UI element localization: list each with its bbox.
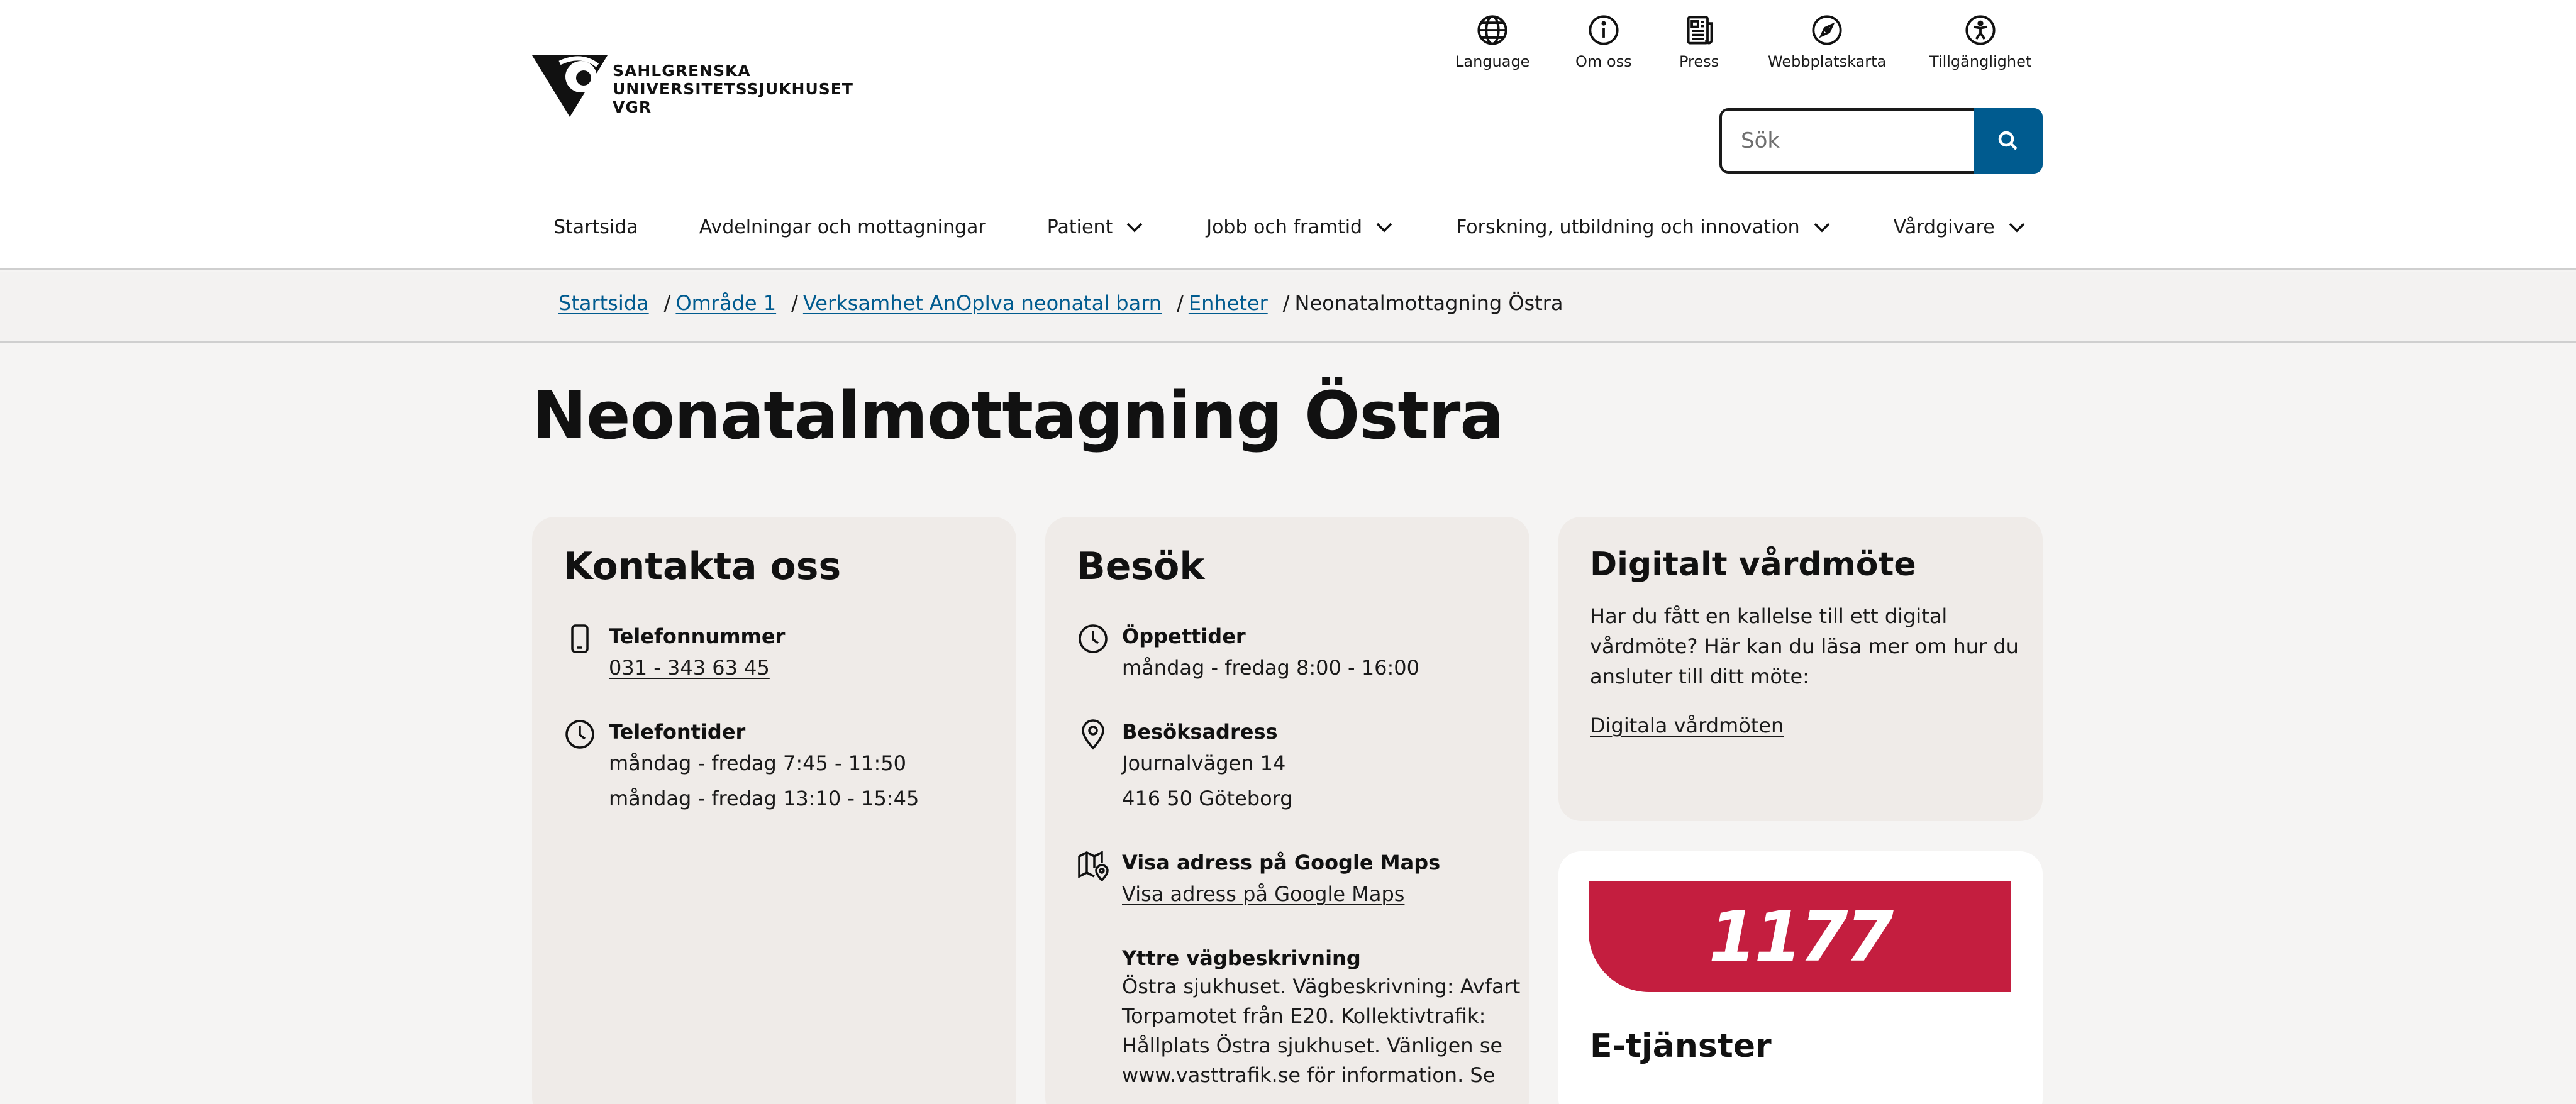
contact-heading: Kontakta oss xyxy=(564,544,841,588)
logo-text: SAHLGRENSKA UNIVERSITETSSJUKHUSET VGR xyxy=(613,62,853,116)
chevron-down-icon xyxy=(1126,223,1143,233)
breadcrumb-link[interactable]: Enheter xyxy=(1189,291,1268,315)
maps-title: Visa adress på Google Maps xyxy=(1122,851,1441,875)
google-maps-link[interactable]: Visa adress på Google Maps xyxy=(1122,882,1404,906)
utility-about[interactable]: Om oss xyxy=(1575,13,1632,70)
utility-label: Om oss xyxy=(1575,53,1632,70)
breadcrumb: Startsida / Område 1 / Verksamhet AnOpIv… xyxy=(558,291,1563,315)
utility-label: Webbplatskarta xyxy=(1768,53,1887,70)
nav-item-forskning[interactable]: Forskning, utbildning och innovation xyxy=(1456,216,1833,238)
address-row: Besöksadress Journalvägen 14 416 50 Göte… xyxy=(1077,718,1293,816)
directions-line: Östra sjukhuset. Vägbeskrivning: Avfart xyxy=(1122,974,1521,998)
breadcrumb-bar: Startsida / Område 1 / Verksamhet AnOpIv… xyxy=(0,272,2576,343)
breadcrumb-separator: / xyxy=(1282,291,1290,315)
address-title: Besöksadress xyxy=(1122,720,1278,744)
clock-icon xyxy=(1077,622,1109,655)
nav-item-jobb[interactable]: Jobb och framtid xyxy=(1206,216,1395,238)
utility-press[interactable]: Press xyxy=(1679,13,1719,70)
compass-icon xyxy=(1809,13,1845,48)
directions-title: Yttre vägbeskrivning xyxy=(1122,946,1361,970)
page-title: Neonatalmottagning Östra xyxy=(532,377,1504,454)
utility-language[interactable]: Language xyxy=(1455,13,1530,70)
chevron-down-icon xyxy=(2009,223,2024,233)
newspaper-icon xyxy=(1682,13,1717,48)
chevron-down-icon xyxy=(1814,223,1829,233)
utility-sitemap[interactable]: Webbplatskarta xyxy=(1768,13,1886,70)
site-header: SAHLGRENSKA UNIVERSITETSSJUKHUSET VGR La… xyxy=(0,0,2576,270)
utility-accessibility[interactable]: Tillgänglighet xyxy=(1929,13,2031,70)
visit-heading: Besök xyxy=(1077,544,1205,588)
breadcrumb-separator: / xyxy=(1177,291,1184,315)
accessibility-icon xyxy=(1963,13,1998,48)
address-line: Journalvägen 14 xyxy=(1122,751,1286,775)
logo-mark-icon xyxy=(532,55,608,117)
visit-card: Besök Öppettider måndag - fredag 8:00 - … xyxy=(1045,517,1530,1104)
directions-line: www.vasttrafik.se för information. Se xyxy=(1122,1063,1496,1087)
map-pin-icon xyxy=(1077,718,1109,751)
digital-meeting-text: Har du fått en kallelse till ett digital… xyxy=(1590,604,2019,688)
eservices-heading: E-tjänster xyxy=(1590,1027,1772,1065)
search-form xyxy=(1719,108,2043,174)
search-button[interactable] xyxy=(1974,108,2043,174)
maps-row: Visa adress på Google Maps Visa adress p… xyxy=(1077,849,1440,912)
opening-hours-line: måndag - fredag 8:00 - 16:00 xyxy=(1122,656,1419,680)
digital-meeting-heading: Digitalt vårdmöte xyxy=(1590,546,1916,583)
breadcrumb-link[interactable]: Startsida xyxy=(558,291,649,315)
clock-icon xyxy=(564,718,596,751)
digital-meetings-link[interactable]: Digitala vårdmöten xyxy=(1590,710,1784,741)
utility-label: Tillgänglighet xyxy=(1929,53,2032,70)
site-logo[interactable]: SAHLGRENSKA UNIVERSITETSSJUKHUSET VGR xyxy=(532,54,853,118)
phone-times-title: Telefontider xyxy=(609,720,746,744)
search-icon xyxy=(1998,131,2018,150)
utility-label: Press xyxy=(1679,53,1719,70)
eservices-card[interactable]: 1177 E-tjänster xyxy=(1558,851,2043,1104)
chevron-down-icon xyxy=(1376,223,1392,233)
address-line: 416 50 Göteborg xyxy=(1122,787,1293,810)
utility-label: Language xyxy=(1455,53,1530,70)
phone-number-link[interactable]: 031 - 343 63 45 xyxy=(609,656,770,680)
contact-card: Kontakta oss Telefonnummer 031 - 343 63 … xyxy=(532,517,1016,1104)
search-input[interactable] xyxy=(1719,108,1974,174)
phone-title: Telefonnummer xyxy=(609,624,786,648)
directions-line: Torpamotet från E20. Kollektivtrafik: xyxy=(1122,1004,1486,1028)
phone-times-line: måndag - fredag 13:10 - 15:45 xyxy=(609,787,919,810)
mobile-phone-icon xyxy=(564,622,596,655)
opening-hours-title: Öppettider xyxy=(1122,624,1246,648)
nav-item-vardgivare[interactable]: Vårdgivare xyxy=(1894,216,2028,238)
nav-item-patient[interactable]: Patient xyxy=(1047,216,1145,238)
logo-1177: 1177 xyxy=(1589,881,2011,992)
directions-line: Hållplats Östra sjukhuset. Vänligen se xyxy=(1122,1034,1503,1057)
digital-meeting-card: Digitalt vårdmöte Har du fått en kallels… xyxy=(1558,517,2043,821)
nav-item-startsida[interactable]: Startsida xyxy=(553,216,638,238)
breadcrumb-link[interactable]: Verksamhet AnOpIva neonatal barn xyxy=(803,291,1162,315)
breadcrumb-link[interactable]: Område 1 xyxy=(675,291,776,315)
directions-row: Yttre vägbeskrivning Östra sjukhuset. Vä… xyxy=(1077,944,1520,1090)
phone-row: Telefonnummer 031 - 343 63 45 xyxy=(564,622,785,685)
globe-icon xyxy=(1475,13,1510,48)
breadcrumb-separator: / xyxy=(663,291,671,315)
phone-times-line: måndag - fredag 7:45 - 11:50 xyxy=(609,751,906,775)
info-icon xyxy=(1586,13,1621,48)
phone-times-row: Telefontider måndag - fredag 7:45 - 11:5… xyxy=(564,718,919,816)
map-icon xyxy=(1077,849,1109,882)
main-navigation: Startsida Avdelningar och mottagningar P… xyxy=(553,211,2028,243)
nav-item-avdelningar[interactable]: Avdelningar och mottagningar xyxy=(699,216,986,238)
opening-hours-row: Öppettider måndag - fredag 8:00 - 16:00 xyxy=(1077,622,1419,685)
breadcrumb-current: Neonatalmottagning Östra xyxy=(1294,291,1563,315)
breadcrumb-separator: / xyxy=(791,291,798,315)
